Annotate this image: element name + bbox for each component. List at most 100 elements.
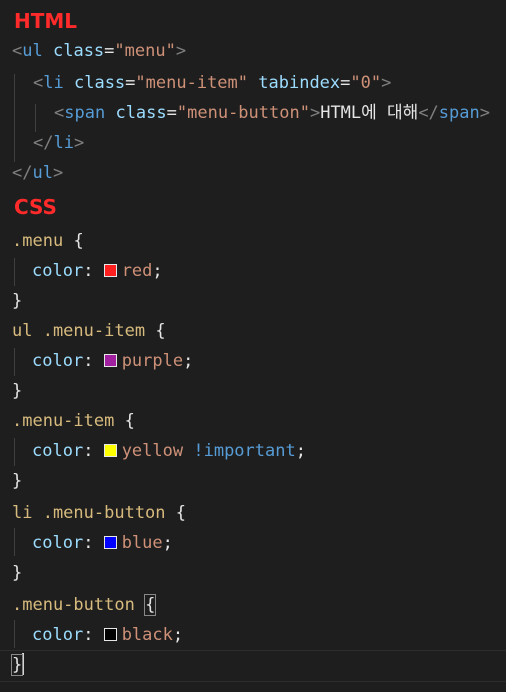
code-line-ul-open[interactable]: <ul class="menu"> bbox=[12, 36, 506, 66]
css-rule-close[interactable]: } bbox=[12, 466, 506, 496]
attr-equals: = bbox=[340, 73, 351, 93]
css-value: yellow bbox=[121, 441, 184, 461]
attr-name: class bbox=[73, 73, 126, 93]
css-rule-selector[interactable]: .menu { bbox=[12, 226, 506, 256]
indent-guide bbox=[14, 74, 15, 162]
css-property: color bbox=[32, 441, 84, 461]
tag-bracket: > bbox=[175, 41, 187, 61]
css-property: color bbox=[32, 625, 84, 645]
css-rule-close[interactable]: } bbox=[12, 376, 506, 406]
text-cursor bbox=[22, 653, 25, 675]
css-selector: li .menu-button bbox=[12, 503, 166, 523]
color-swatch-purple[interactable] bbox=[103, 354, 117, 367]
indent-guide bbox=[14, 620, 15, 648]
css-rule-selector[interactable]: ul .menu-item { bbox=[12, 316, 506, 346]
code-line-li-open[interactable]: <li class="menu-item" tabindex="0"> bbox=[33, 68, 506, 98]
css-selector: .menu-button bbox=[12, 595, 135, 615]
tag-name: span bbox=[64, 103, 106, 123]
code-editor[interactable]: HTML <ul class="menu"> <li class="menu-i… bbox=[0, 0, 506, 692]
tag-bracket: > bbox=[309, 103, 321, 123]
tag-name: li bbox=[53, 133, 74, 153]
css-property: color bbox=[32, 261, 84, 281]
attr-value: "menu-button" bbox=[176, 103, 310, 123]
attr-equals: = bbox=[104, 41, 115, 61]
css-declaration[interactable]: color: yellow !important; bbox=[32, 436, 506, 466]
attr-name: class bbox=[52, 41, 105, 61]
span-text: HTML에 대해 bbox=[320, 103, 419, 123]
open-brace: { bbox=[73, 231, 84, 251]
tag-bracket: > bbox=[381, 73, 392, 93]
semicolon: ; bbox=[152, 261, 163, 281]
css-heading: CSS bbox=[14, 195, 57, 219]
css-rule-selector[interactable]: .menu-button { bbox=[12, 590, 506, 620]
css-important: !important bbox=[193, 441, 296, 461]
tag-bracket: </ bbox=[12, 163, 33, 183]
tag-bracket: < bbox=[33, 73, 44, 93]
semicolon: ; bbox=[162, 533, 173, 553]
attr-name: tabindex bbox=[258, 73, 341, 93]
close-brace: } bbox=[12, 381, 23, 401]
semicolon: ; bbox=[172, 625, 184, 645]
close-brace: } bbox=[12, 291, 23, 311]
colon: : bbox=[83, 441, 94, 461]
code-line-ul-close[interactable]: </ul> bbox=[12, 158, 506, 188]
colon: : bbox=[83, 533, 94, 553]
tag-name: span bbox=[438, 103, 480, 123]
css-rule-selector[interactable]: .menu-item { bbox=[12, 406, 506, 436]
attr-equals: = bbox=[166, 103, 177, 123]
indent-guide bbox=[14, 528, 15, 556]
css-rule-close[interactable]: } bbox=[12, 286, 506, 316]
tag-bracket: > bbox=[73, 133, 85, 153]
tag-bracket: < bbox=[12, 41, 23, 61]
html-heading: HTML bbox=[14, 9, 78, 33]
semicolon: ; bbox=[295, 441, 306, 461]
code-line-span[interactable]: <span class="menu-button">HTML에 대해</span… bbox=[54, 98, 506, 128]
tag-name: ul bbox=[32, 163, 53, 183]
css-selector: .menu bbox=[12, 231, 64, 251]
color-swatch-red[interactable] bbox=[103, 264, 117, 277]
css-property: color bbox=[32, 533, 84, 553]
css-declaration[interactable]: color: blue; bbox=[32, 528, 506, 558]
css-value: red bbox=[121, 261, 153, 281]
close-brace: } bbox=[12, 471, 23, 491]
css-rule-close[interactable]: } bbox=[12, 558, 506, 588]
color-swatch-black[interactable] bbox=[103, 628, 117, 641]
tag-bracket: </ bbox=[418, 103, 439, 123]
tag-bracket: > bbox=[52, 163, 64, 183]
open-brace: { bbox=[144, 594, 157, 616]
css-value: blue bbox=[121, 533, 163, 553]
attr-equals: = bbox=[125, 73, 136, 93]
attr-value: "menu-item" bbox=[135, 73, 249, 93]
css-value: black bbox=[121, 625, 173, 645]
colon: : bbox=[83, 625, 94, 645]
attr-name: class bbox=[115, 103, 167, 123]
css-rule-close[interactable]: } bbox=[10, 650, 506, 680]
close-brace: } bbox=[12, 563, 23, 583]
color-swatch-blue[interactable] bbox=[103, 536, 117, 549]
tag-name: li bbox=[43, 73, 64, 93]
css-declaration[interactable]: color: red; bbox=[32, 256, 506, 286]
code-line-li-close[interactable]: </li> bbox=[33, 128, 506, 158]
tag-bracket: </ bbox=[33, 133, 54, 153]
close-brace: } bbox=[10, 654, 24, 676]
open-brace: { bbox=[155, 321, 166, 341]
indent-guide bbox=[14, 348, 15, 376]
css-declaration[interactable]: color: black; bbox=[32, 620, 506, 650]
css-declaration[interactable]: color: purple; bbox=[32, 346, 506, 376]
css-selector: .menu-item bbox=[12, 411, 115, 431]
color-swatch-yellow[interactable] bbox=[103, 444, 117, 457]
css-selector: ul .menu-item bbox=[12, 321, 146, 341]
colon: : bbox=[83, 351, 94, 371]
tag-name: ul bbox=[22, 41, 43, 61]
indent-guide bbox=[14, 258, 15, 286]
open-brace: { bbox=[175, 503, 187, 523]
attr-value: "0" bbox=[350, 73, 382, 93]
tag-bracket: > bbox=[479, 103, 490, 123]
open-brace: { bbox=[124, 411, 135, 431]
indent-guide bbox=[14, 438, 15, 466]
css-value: purple bbox=[121, 351, 184, 371]
colon: : bbox=[83, 261, 94, 281]
css-rule-selector[interactable]: li .menu-button { bbox=[12, 498, 506, 528]
semicolon: ; bbox=[183, 351, 194, 371]
tag-bracket: < bbox=[54, 103, 65, 123]
